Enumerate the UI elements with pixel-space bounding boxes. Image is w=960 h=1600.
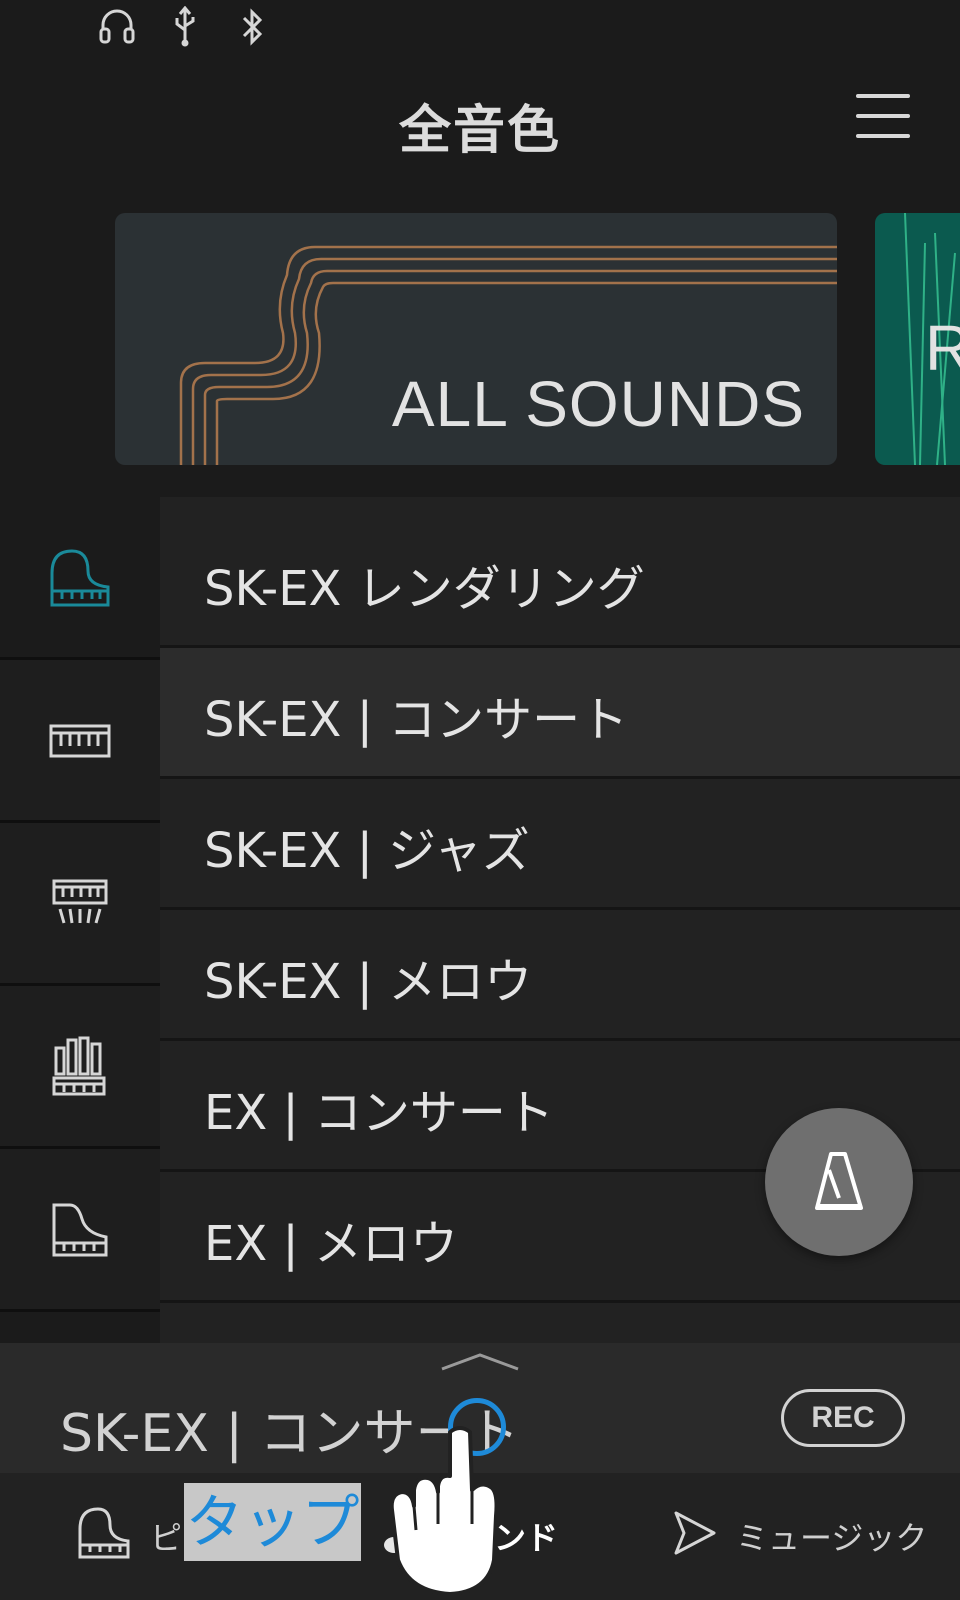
headphones-icon	[97, 6, 137, 50]
metronome-icon	[815, 1152, 863, 1210]
rec-button[interactable]: REC	[781, 1389, 905, 1447]
nav-label: ミュージック	[736, 1519, 928, 1557]
hamburger-icon-line	[856, 134, 910, 138]
banner-label: R	[925, 312, 960, 384]
harpsichord-icon	[52, 879, 108, 924]
sound-list-item[interactable]: SK-EX | メロウ	[160, 910, 960, 1041]
sound-name: SK-EX | ジャズ	[204, 823, 530, 879]
grand-piano-icon	[50, 549, 110, 607]
menu-button[interactable]	[856, 92, 910, 140]
pointing-hand-icon	[389, 1426, 499, 1596]
sound-name: SK-EX レンダリング	[204, 561, 645, 617]
sound-name: SK-EX | メロウ	[204, 954, 533, 1010]
category-tab-upright-piano[interactable]	[0, 1149, 160, 1312]
play-icon	[674, 1511, 716, 1555]
bluetooth-icon	[238, 6, 266, 52]
category-tab-piano[interactable]	[0, 497, 160, 660]
hamburger-icon	[856, 94, 910, 98]
all-sounds-banner[interactable]: ALL SOUNDS	[115, 213, 837, 465]
category-tab-organ[interactable]	[0, 986, 160, 1149]
chevron-up-icon[interactable]	[440, 1351, 520, 1371]
sound-name: EX | メロウ	[204, 1216, 458, 1272]
page-title: 全音色	[398, 101, 561, 161]
category-sidebar	[0, 497, 160, 1343]
sound-name: EX | コンサート	[204, 1085, 554, 1141]
sound-list-item[interactable]: SK-EX | ジャズ	[160, 779, 960, 910]
tap-annotation-label: タップ	[184, 1483, 361, 1561]
category-tab-harpsichord[interactable]	[0, 823, 160, 986]
piano-icon	[78, 1507, 130, 1559]
organ-icon	[52, 1036, 106, 1096]
next-category-banner[interactable]: R	[875, 213, 960, 465]
status-bar	[0, 0, 960, 56]
category-tab-electric-piano[interactable]	[0, 660, 160, 823]
nav-tab-music[interactable]: ミュージック	[670, 1473, 960, 1600]
usb-icon	[170, 5, 200, 52]
sound-list-item-selected[interactable]: SK-EX | コンサート	[160, 648, 960, 779]
sound-list-item[interactable]: SK-EX レンダリング	[160, 517, 960, 648]
sound-name: SK-EX | コンサート	[204, 692, 629, 748]
metronome-button[interactable]	[765, 1108, 913, 1256]
banner-label: ALL SOUNDS	[391, 368, 805, 440]
keyboard-icon	[49, 724, 111, 758]
hamburger-icon-line	[856, 114, 910, 118]
upright-piano-icon	[52, 1203, 108, 1257]
header: 全音色	[0, 60, 960, 180]
